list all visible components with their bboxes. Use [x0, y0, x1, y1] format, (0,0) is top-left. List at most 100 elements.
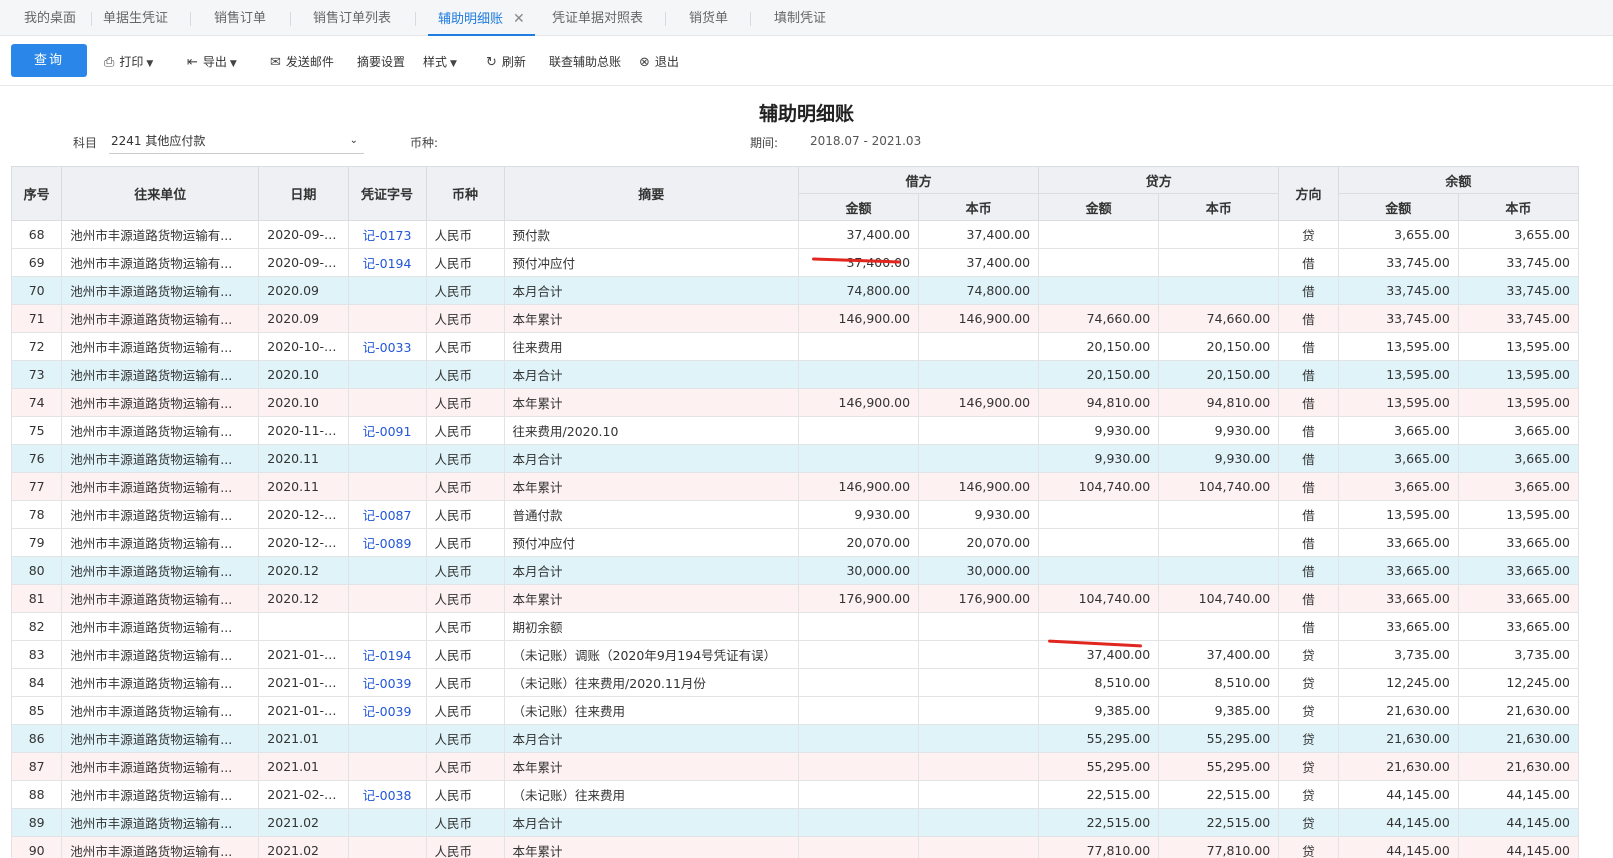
summary-settings-button[interactable]: 摘要设置	[357, 52, 405, 72]
tab-sales-delivery[interactable]: 销货单	[689, 0, 728, 36]
exit-button[interactable]: ⊗ 退出	[639, 52, 679, 72]
row-debit-local: 146,900.00	[918, 388, 1040, 417]
table-row[interactable]: 88 池州市丰源道路货物运输有... 2021-02-07 记-0038 人民币 （未记账…	[11, 780, 1579, 809]
row-voucher[interactable]: 记-0033	[347, 332, 427, 361]
row-credit-local: 37,400.00	[1158, 640, 1280, 669]
table-row[interactable]: 71 池州市丰源道路货物运输有... 2020.09 人民币 本年累计 146,900.0…	[11, 304, 1579, 333]
export-button[interactable]: ⇤ 导出 ▼	[187, 52, 237, 72]
col-seq: 序号	[11, 166, 63, 221]
row-date: 2020-12-17	[258, 528, 349, 557]
row-credit-local: 55,295.00	[1158, 752, 1280, 781]
row-balance-amount: 21,630.00	[1337, 696, 1459, 725]
row-summary: 往来费用	[503, 332, 800, 361]
row-debit-amount: 146,900.00	[798, 472, 920, 501]
table-row[interactable]: 86 池州市丰源道路货物运输有... 2021.01 人民币 本月合计 55,295.00…	[11, 724, 1579, 753]
table-row[interactable]: 69 池州市丰源道路货物运输有... 2020-09-30 记-0194 人民币 预付冲应…	[11, 248, 1579, 277]
close-icon[interactable]: ✕	[513, 11, 525, 27]
row-party: 池州市丰源道路货物运输有...	[61, 612, 260, 641]
table-row[interactable]: 82 池州市丰源道路货物运输有... 人民币 期初余额借 33,665.00 33,665…	[11, 612, 1579, 641]
row-debit-local	[918, 780, 1040, 809]
row-credit-amount	[1038, 276, 1160, 305]
row-seq: 74	[11, 388, 63, 417]
tab-aux-detail-ledger[interactable]: 辅助明细账 ✕	[428, 0, 535, 36]
send-mail-button[interactable]: ✉ 发送邮件	[270, 52, 334, 72]
table-row[interactable]: 79 池州市丰源道路货物运输有... 2020-12-17 记-0089 人民币 预付冲应…	[11, 528, 1579, 557]
row-debit-amount	[798, 612, 920, 641]
table-row[interactable]: 90 池州市丰源道路货物运输有... 2021.02 人民币 本年累计 77,810.00…	[11, 836, 1579, 858]
linked-query-button[interactable]: 联查辅助总账	[549, 52, 621, 72]
tab-sales-order[interactable]: 销售订单	[214, 0, 266, 36]
row-voucher[interactable]: 记-0039	[347, 696, 427, 725]
query-button[interactable]: 查询	[11, 44, 87, 77]
table-row[interactable]: 78 池州市丰源道路货物运输有... 2020-12-16 记-0087 人民币 普通付款…	[11, 500, 1579, 529]
table-row[interactable]: 87 池州市丰源道路货物运输有... 2021.01 人民币 本年累计 55,295.00…	[11, 752, 1579, 781]
row-credit-local: 9,930.00	[1158, 416, 1280, 445]
row-date: 2020-10-12	[258, 332, 349, 361]
table-row[interactable]: 76 池州市丰源道路货物运输有... 2020.11 人民币 本月合计 9,930.00 9…	[11, 444, 1579, 473]
row-party: 池州市丰源道路货物运输有...	[61, 472, 260, 501]
row-voucher[interactable]: 记-0089	[347, 528, 427, 557]
row-credit-local	[1158, 612, 1280, 641]
row-balance-amount: 3,665.00	[1337, 444, 1459, 473]
row-voucher	[347, 724, 427, 753]
table-row[interactable]: 74 池州市丰源道路货物运输有... 2020.10 人民币 本年累计 146,900.0…	[11, 388, 1579, 417]
row-currency: 人民币	[425, 836, 505, 858]
table-row[interactable]: 73 池州市丰源道路货物运输有... 2020.10 人民币 本月合计 20,150.00…	[11, 360, 1579, 389]
row-voucher[interactable]: 记-0039	[347, 668, 427, 697]
row-voucher[interactable]: 记-0091	[347, 416, 427, 445]
row-credit-local: 22,515.00	[1158, 808, 1280, 837]
table-row[interactable]: 81 池州市丰源道路货物运输有... 2020.12 人民币 本年累计 176,900.0…	[11, 584, 1579, 613]
tab-doc-to-voucher[interactable]: 单据生凭证	[103, 0, 168, 36]
table-row[interactable]: 70 池州市丰源道路货物运输有... 2020.09 人民币 本月合计 74,800.00…	[11, 276, 1579, 305]
row-party: 池州市丰源道路货物运输有...	[61, 276, 260, 305]
style-button[interactable]: 样式 ▼	[423, 52, 457, 72]
tab-sales-order-list[interactable]: 销售订单列表	[313, 0, 391, 36]
table-row[interactable]: 75 池州市丰源道路货物运输有... 2020-11-17 记-0091 人民币 往来费用…	[11, 416, 1579, 445]
row-direction: 贷	[1278, 724, 1339, 753]
ledger-table: 序号 往来单位 日期 凭证字号 币种 摘要 借方 贷方 方向 余额 金额 本币 …	[11, 166, 1579, 858]
row-balance-amount: 33,745.00	[1337, 304, 1459, 333]
row-voucher[interactable]: 记-0194	[347, 248, 427, 277]
refresh-button[interactable]: ↻ 刷新	[486, 52, 526, 72]
row-voucher[interactable]: 记-0173	[347, 220, 427, 249]
row-voucher[interactable]: 记-0087	[347, 500, 427, 529]
row-debit-amount	[798, 752, 920, 781]
print-button[interactable]: ⎙ 打印 ▼	[104, 52, 153, 72]
table-row[interactable]: 80 池州市丰源道路货物运输有... 2020.12 人民币 本月合计 30,000.00…	[11, 556, 1579, 585]
period-value: 2018.07 - 2021.03	[810, 134, 922, 148]
row-debit-local: 20,070.00	[918, 528, 1040, 557]
row-credit-local: 104,740.00	[1158, 472, 1280, 501]
row-voucher	[347, 276, 427, 305]
table-row[interactable]: 89 池州市丰源道路货物运输有... 2021.02 人民币 本月合计 22,515.00…	[11, 808, 1579, 837]
row-balance-amount: 3,655.00	[1337, 220, 1459, 249]
row-credit-local	[1158, 500, 1280, 529]
table-row[interactable]: 85 池州市丰源道路货物运输有... 2021-01-05 记-0039 人民币 （未记账…	[11, 696, 1579, 725]
row-balance-local: 21,630.00	[1457, 696, 1579, 725]
table-row[interactable]: 83 池州市丰源道路货物运输有... 2021-01-01 记-0194 人民币 （未记账…	[11, 640, 1579, 669]
row-balance-local: 3,665.00	[1457, 472, 1579, 501]
table-row[interactable]: 72 池州市丰源道路货物运输有... 2020-10-12 记-0033 人民币 往来费用…	[11, 332, 1579, 361]
table-row[interactable]: 84 池州市丰源道路货物运输有... 2021-01-05 记-0039 人民币 （未记账…	[11, 668, 1579, 697]
row-voucher[interactable]: 记-0194	[347, 640, 427, 669]
row-credit-amount	[1038, 612, 1160, 641]
row-seq: 68	[11, 220, 63, 249]
tab-voucher-doc-compare[interactable]: 凭证单据对照表	[552, 0, 643, 36]
row-currency: 人民币	[425, 500, 505, 529]
table-row[interactable]: 77 池州市丰源道路货物运输有... 2020.11 人民币 本年累计 146,900.0…	[11, 472, 1579, 501]
tab-desktop[interactable]: 我的桌面	[24, 0, 76, 36]
row-debit-amount	[798, 668, 920, 697]
tab-fill-voucher[interactable]: 填制凭证	[774, 0, 826, 36]
row-balance-amount: 33,665.00	[1337, 612, 1459, 641]
subject-select[interactable]: 2241 其他应付款 ⌄	[109, 130, 364, 154]
row-voucher[interactable]: 记-0038	[347, 780, 427, 809]
chevron-down-icon: ⌄	[349, 135, 358, 146]
row-balance-local: 3,665.00	[1457, 416, 1579, 445]
row-currency: 人民币	[425, 724, 505, 753]
row-balance-amount: 44,145.00	[1337, 836, 1459, 858]
row-credit-amount: 8,510.00	[1038, 668, 1160, 697]
col-debit-amount: 金额	[798, 193, 920, 221]
table-row[interactable]: 68 池州市丰源道路货物运输有... 2020-09-30 记-0173 人民币 预付款 3…	[11, 220, 1579, 249]
row-debit-local	[918, 612, 1040, 641]
row-date	[258, 612, 349, 641]
row-credit-local: 20,150.00	[1158, 332, 1280, 361]
